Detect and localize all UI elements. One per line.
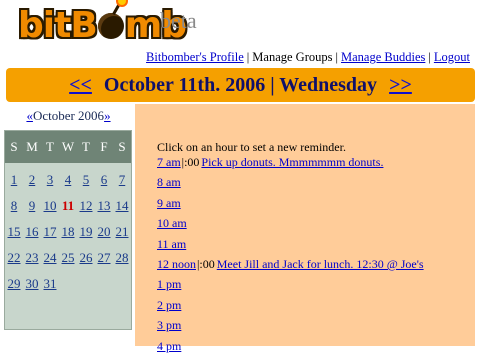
nav-separator: | bbox=[428, 50, 431, 64]
calendar-day-20[interactable]: 20 bbox=[95, 222, 113, 241]
weekday-tue: T bbox=[46, 139, 54, 154]
next-month-link[interactable]: » bbox=[104, 108, 111, 123]
reminder-minute: |:00 bbox=[197, 256, 215, 271]
calendar-day-18[interactable]: 18 bbox=[59, 222, 77, 241]
nav-separator: | bbox=[246, 50, 250, 64]
reminder-minute: |:00 bbox=[181, 155, 200, 169]
calendar-day-30[interactable]: 30 bbox=[23, 274, 41, 293]
profile-link[interactable]: Bitbomber's Profile bbox=[146, 50, 244, 64]
hour-link[interactable]: 3 pm bbox=[157, 318, 181, 332]
calendar-day-5[interactable]: 5 bbox=[77, 170, 95, 189]
weekday-fri: F bbox=[100, 139, 108, 154]
current-date-title: October 11th. 2006 | Wednesday bbox=[103, 73, 378, 96]
beta-label: beta bbox=[160, 8, 197, 33]
prev-day-link[interactable]: << bbox=[69, 74, 92, 97]
manage-groups-current: Manage Groups bbox=[252, 50, 333, 64]
calendar-day-4[interactable]: 4 bbox=[59, 170, 77, 189]
hour-link[interactable]: 8 am bbox=[157, 175, 181, 189]
calendar-day-1[interactable]: 1 bbox=[5, 170, 23, 189]
calendar-day-17[interactable]: 17 bbox=[41, 222, 59, 241]
reminder-panel: Click on an hour to set a new reminder. … bbox=[135, 104, 475, 353]
hour-row: 7 am|:00 Pick up donuts. Mmmmmmm donuts. bbox=[157, 155, 424, 175]
logo-text-start: bitB bbox=[18, 5, 98, 46]
date-bar: << October 11th. 2006 | Wednesday >> bbox=[6, 68, 475, 102]
calendar-day-31[interactable]: 31 bbox=[41, 274, 59, 293]
calendar-day-12[interactable]: 12 bbox=[77, 196, 95, 215]
calendar-day-3[interactable]: 3 bbox=[41, 170, 59, 189]
calendar-weekday-header: S M T W T F S bbox=[5, 131, 131, 163]
calendar-day-21[interactable]: 21 bbox=[113, 222, 131, 241]
calendar-day-26[interactable]: 26 bbox=[77, 248, 95, 267]
calendar-day-22[interactable]: 22 bbox=[5, 248, 23, 267]
calendar-day-19[interactable]: 19 bbox=[77, 222, 95, 241]
calendar-day-15[interactable]: 15 bbox=[5, 222, 23, 241]
hour-row: 8 am bbox=[157, 175, 424, 195]
hour-link[interactable]: 2 pm bbox=[157, 298, 181, 312]
calendar-day-7[interactable]: 7 bbox=[113, 170, 131, 189]
reminder-hint: Click on an hour to set a new reminder. bbox=[157, 140, 346, 154]
calendar-day-28[interactable]: 28 bbox=[113, 248, 131, 267]
calendar-day-27[interactable]: 27 bbox=[95, 248, 113, 267]
weekday-sat: S bbox=[118, 139, 126, 154]
hour-link[interactable]: 10 am bbox=[157, 216, 187, 230]
hour-list: 7 am|:00 Pick up donuts. Mmmmmmm donuts. 8… bbox=[157, 155, 424, 359]
hour-row: 10 am bbox=[157, 216, 424, 236]
calendar-day-9[interactable]: 9 bbox=[23, 196, 41, 215]
calendar-day-25[interactable]: 25 bbox=[59, 248, 77, 267]
weekday-sun: S bbox=[10, 139, 18, 154]
calendar-day-23[interactable]: 23 bbox=[23, 248, 41, 267]
logout-link[interactable]: Logout bbox=[434, 50, 470, 64]
weekday-wed: W bbox=[61, 139, 75, 154]
hour-row: 12 noon|:00 Meet Jill and Jack for lunch.… bbox=[157, 257, 424, 277]
weekday-thu: T bbox=[82, 139, 90, 154]
hour-row: 9 am bbox=[157, 196, 424, 216]
hour-link[interactable]: 1 pm bbox=[157, 277, 181, 291]
calendar-days-grid: 1 2 3 4 5 6 7 8 9 10 11 12 13 14 15 16 17 18 19 20 21 22 23 24 2… bbox=[5, 163, 131, 293]
bomb-icon bbox=[97, 0, 126, 39]
manage-buddies-link[interactable]: Manage Buddies bbox=[341, 50, 425, 64]
calendar-day-24[interactable]: 24 bbox=[41, 248, 59, 267]
calendar-day-10[interactable]: 10 bbox=[41, 196, 59, 215]
calendar-day-13[interactable]: 13 bbox=[95, 196, 113, 215]
weekday-mon: M bbox=[26, 139, 38, 154]
next-day-link[interactable]: >> bbox=[389, 74, 412, 97]
hour-row: 4 pm bbox=[157, 339, 424, 359]
hour-link[interactable]: 9 am bbox=[157, 196, 181, 210]
hour-link[interactable]: 12 noon bbox=[157, 257, 196, 271]
calendar-day-16[interactable]: 16 bbox=[23, 222, 41, 241]
calendar-month-title: October 2006 bbox=[32, 108, 105, 123]
reminder-link[interactable]: Meet Jill and Jack for lunch. 12:30 @ Jo… bbox=[217, 257, 424, 271]
calendar-month-nav: «October 2006» bbox=[6, 108, 131, 124]
hour-row: 11 am bbox=[157, 237, 424, 257]
top-navigation: Bitbomber's Profile | Manage Groups | Manage… bbox=[146, 50, 470, 65]
calendar-day-2[interactable]: 2 bbox=[23, 170, 41, 189]
reminder-link[interactable]: Pick up donuts. Mmmmmmm donuts. bbox=[201, 155, 383, 169]
mini-calendar: S M T W T F S 1 2 3 4 5 6 7 8 9 10 11 12 13 14 15 16 17 1… bbox=[4, 130, 132, 330]
hour-row: 1 pm bbox=[157, 277, 424, 297]
calendar-day-11[interactable]: 11 bbox=[59, 196, 77, 215]
calendar-day-8[interactable]: 8 bbox=[5, 196, 23, 215]
calendar-day-29[interactable]: 29 bbox=[5, 274, 23, 293]
hour-link[interactable]: 7 am bbox=[157, 155, 181, 169]
hour-row: 2 pm bbox=[157, 298, 424, 318]
calendar-day-14[interactable]: 14 bbox=[113, 196, 131, 215]
nav-separator: | bbox=[335, 50, 339, 64]
calendar-day-6[interactable]: 6 bbox=[95, 170, 113, 189]
hour-link[interactable]: 11 am bbox=[157, 237, 186, 251]
hour-row: 3 pm bbox=[157, 318, 424, 338]
